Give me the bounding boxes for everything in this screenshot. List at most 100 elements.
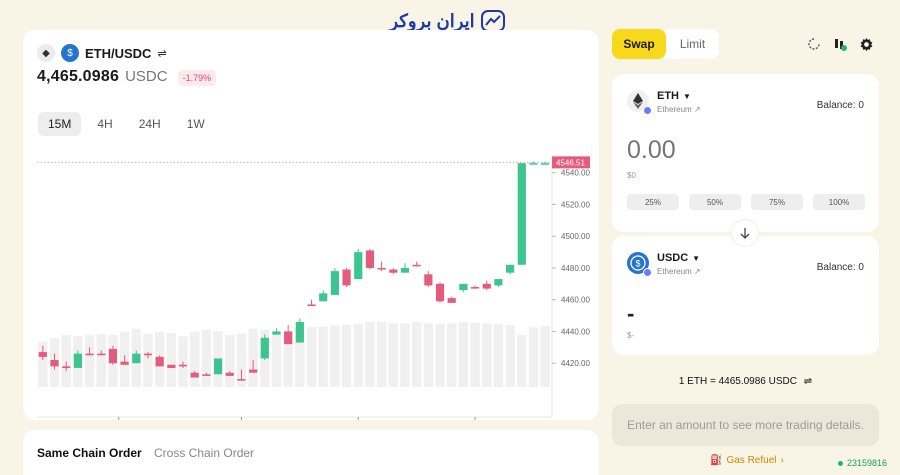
candle: [459, 283, 468, 291]
volume-bar: [248, 328, 258, 387]
external-link-icon[interactable]: ↗: [694, 267, 701, 276]
candle: [342, 269, 351, 286]
to-usd-value: $-: [627, 331, 635, 340]
pct-100-button[interactable]: 100%: [813, 194, 865, 210]
tab-same-chain-order[interactable]: Same Chain Order: [37, 446, 142, 460]
block-number: 23159816: [838, 458, 887, 468]
swap-direction-button[interactable]: [731, 219, 759, 247]
candle: [330, 271, 339, 295]
tab-swap[interactable]: Swap: [612, 29, 666, 59]
pct-75-button[interactable]: 75%: [751, 194, 803, 210]
candle: [272, 331, 281, 335]
volume-bar: [423, 323, 434, 387]
arrow-down-icon: [740, 228, 750, 239]
volume-bar: [365, 322, 375, 387]
brand-logo-text: ایران بروکر: [389, 10, 475, 31]
to-token-selector[interactable]: $ USDC ▼ Ethereum ↗: [627, 252, 701, 277]
candle: [143, 353, 153, 356]
candle: [190, 372, 199, 378]
toolbar-icons: [806, 36, 874, 52]
volume-bar: [306, 327, 317, 387]
tab-limit[interactable]: Limit: [666, 29, 719, 59]
candle: [470, 286, 480, 289]
candle: [319, 293, 328, 302]
fuel-pump-icon: ⛽: [710, 455, 723, 466]
volume-bar: [166, 333, 177, 387]
to-token-chain: Ethereum ↗: [657, 267, 701, 276]
settings-gear-icon[interactable]: [858, 36, 874, 52]
candle: [178, 364, 188, 367]
candle: [529, 163, 538, 165]
y-tick-label: 4500.00: [561, 232, 590, 241]
candle: [482, 283, 491, 289]
trade-cta-button[interactable]: Enter an amount to see more trading deta…: [612, 404, 879, 446]
invert-rate-icon[interactable]: ⇌: [804, 376, 812, 387]
swap-pair-icon[interactable]: ⇌: [157, 47, 166, 60]
volume-bar: [376, 322, 387, 387]
external-link-icon[interactable]: ↗: [694, 105, 701, 114]
timeframe-tabs: 15M 4H 24H 1W: [38, 112, 215, 136]
candle: [412, 264, 421, 267]
y-tick-label: 4520.00: [561, 200, 590, 209]
tab-15m[interactable]: 15M: [38, 112, 82, 136]
candle: [62, 366, 71, 368]
usdc-token-icon: $: [627, 252, 652, 277]
from-amount-input[interactable]: [627, 136, 827, 165]
candle: [494, 279, 503, 286]
candlestick-chart[interactable]: 4420.00 4440.00 4460.00 4480.00 4500.00 4520.…: [23, 155, 599, 420]
from-token-card: ETH ▼ Ethereum ↗ Balance: 0 $0 25% 50% 7…: [612, 74, 879, 232]
from-usd-value: $0: [627, 171, 636, 180]
volume-bar: [353, 323, 363, 387]
candle: [447, 298, 456, 303]
volume-bar: [505, 325, 515, 387]
volume-bar: [225, 335, 235, 387]
to-amount: -: [627, 301, 635, 326]
volume-bar: [528, 327, 539, 387]
volume-bar: [318, 326, 328, 387]
gas-refuel-link[interactable]: ⛽ Gas Refuel ›: [710, 455, 784, 466]
orders-panel: Same Chain Order Cross Chain Order: [23, 430, 599, 475]
chevron-down-icon: ▼: [692, 253, 701, 263]
from-token-symbol: ETH: [657, 90, 679, 102]
volume-bar: [400, 323, 410, 387]
volume-bar: [341, 324, 352, 387]
from-chain-label: Ethereum: [657, 105, 692, 114]
tab-1w[interactable]: 1W: [177, 112, 215, 136]
candle: [237, 379, 246, 381]
candle: [108, 348, 118, 364]
refresh-icon[interactable]: [806, 36, 822, 52]
from-token-chain: Ethereum ↗: [657, 105, 701, 114]
candle: [506, 264, 515, 273]
candle: [213, 358, 223, 375]
chevron-right-icon: ›: [780, 455, 784, 466]
y-tick-label: 4540.00: [561, 169, 590, 178]
y-tick-label: 4420.00: [561, 359, 590, 368]
tab-cross-chain-order[interactable]: Cross Chain Order: [154, 446, 254, 460]
volume-bar: [388, 323, 398, 387]
candle: [38, 352, 47, 357]
exchange-rate: 1 ETH = 4465.0986 USDC ⇌: [612, 376, 879, 387]
chart-trend-icon: [480, 10, 505, 32]
to-chain-label: Ethereum: [657, 267, 692, 276]
mode-tabs: Swap Limit: [612, 29, 719, 59]
volume-bar: [435, 323, 445, 387]
ethereum-chain-icon: [643, 268, 652, 277]
chart-panel: ◆ $ ETH/USDC ⇌ 4,465.0986 USDC -1.79% 15…: [23, 30, 599, 420]
candle: [50, 360, 59, 367]
to-token-card: $ USDC ▼ Ethereum ↗ Balance: 0 - $-: [612, 236, 879, 355]
pair-selector[interactable]: ◆ $ ETH/USDC ⇌: [37, 44, 167, 62]
pct-50-button[interactable]: 50%: [689, 194, 741, 210]
candle: [389, 269, 398, 273]
candle: [260, 337, 269, 359]
eth-token-icon: [627, 90, 652, 115]
gas-icon[interactable]: [832, 36, 848, 52]
tab-4h[interactable]: 4H: [87, 112, 122, 136]
tab-24h[interactable]: 24H: [129, 112, 171, 136]
pct-25-button[interactable]: 25%: [627, 194, 679, 210]
candle: [97, 353, 106, 356]
volume-bar: [458, 322, 469, 387]
current-price-label: 4546.51: [556, 158, 585, 167]
volume-bar: [517, 335, 527, 387]
from-token-selector[interactable]: ETH ▼ Ethereum ↗: [627, 90, 701, 115]
volume-bar: [96, 333, 106, 387]
